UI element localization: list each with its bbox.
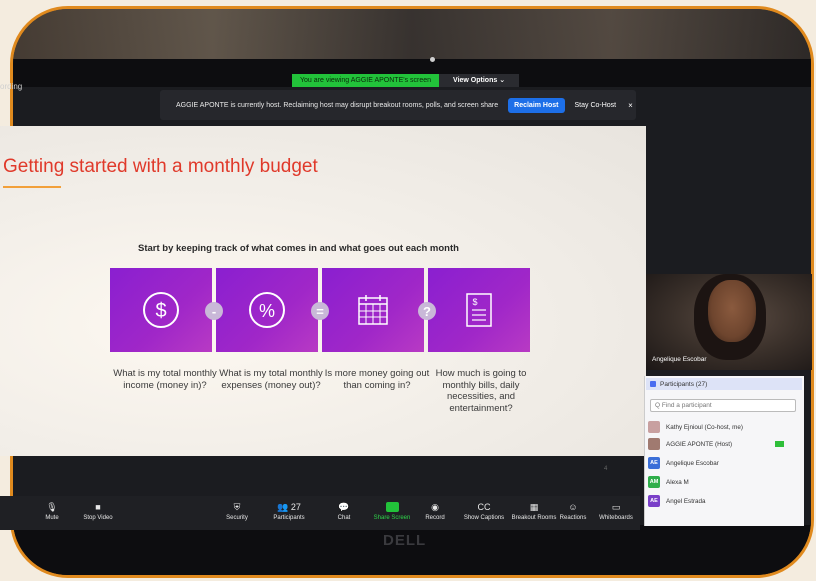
svg-text:$: $ [155, 300, 166, 322]
income-tile: $ [110, 268, 212, 352]
video-on-badge [775, 441, 784, 447]
svg-text:$: $ [472, 297, 477, 307]
slide-page-number: 4 [604, 466, 608, 472]
security-button[interactable]: ⛨ Security [207, 502, 267, 521]
caption-income: What is my total monthly income (money i… [113, 368, 217, 391]
host-banner-message: AGGIE APONTE is currently host. Reclaimi… [176, 101, 499, 109]
slide-subtitle: Start by keeping track of what comes in … [138, 243, 459, 254]
dell-logo: DELL [383, 532, 427, 549]
percent-icon: % [249, 292, 285, 328]
video-camera-icon: ■ [95, 502, 101, 512]
caption-comparison: Is more money going out than coming in? [324, 368, 430, 391]
minus-operator: - [205, 302, 223, 320]
participant-name: AGGIE APONTE (Host) [666, 440, 733, 448]
stop-video-button[interactable]: ■ Stop Video [68, 502, 128, 521]
participants-button[interactable]: 👥 27 Participants [259, 502, 319, 521]
participant-count: 27 [290, 502, 301, 512]
participant-name: Angelique Escobar [666, 459, 719, 467]
close-icon[interactable]: × [628, 101, 633, 110]
shield-icon: ⛨ [233, 502, 241, 512]
whiteboard-icon: ▭ [611, 502, 621, 512]
participant-row[interactable]: AE Angel Estrada [648, 494, 798, 508]
caption-expenses: What is my total monthly expenses (money… [219, 368, 323, 391]
avatar: AE [648, 457, 660, 469]
question-operator: ? [418, 302, 436, 320]
calendar-icon [358, 295, 388, 325]
participant-name: Kathy Ejnioul (Co-host, me) [666, 423, 743, 431]
recording-label: ording [0, 82, 23, 91]
expenses-tile: % [216, 268, 318, 352]
video-person-face [708, 280, 756, 342]
find-participant-input[interactable]: Q Find a participant [650, 399, 796, 412]
participants-icon [650, 381, 656, 387]
host-banner: AGGIE APONTE is currently host. Reclaimi… [160, 90, 636, 120]
avatar: AE [648, 495, 660, 507]
bills-tile: $ [428, 268, 530, 352]
whiteboards-button[interactable]: ▭ Whiteboards [586, 502, 646, 521]
webcam-icon [430, 57, 435, 62]
document-icon: $ [466, 293, 492, 327]
participant-row[interactable]: Kathy Ejnioul (Co-host, me) [648, 420, 798, 434]
participant-row[interactable]: AGGIE APONTE (Host) [648, 437, 798, 451]
participants-icon: 👥 27 [277, 502, 301, 512]
participant-row[interactable]: AM Alexa M [648, 475, 798, 489]
title-underline [3, 186, 61, 188]
stay-cohost-button[interactable]: Stay Co-Host [575, 102, 617, 109]
participants-header: Participants (27) [646, 378, 802, 390]
participants-header-label: Participants (27) [660, 380, 708, 388]
comparison-tile [322, 268, 424, 352]
avatar [648, 421, 660, 433]
svg-text:%: % [259, 301, 275, 321]
caption-bills: How much is going to monthly bills, dail… [435, 368, 527, 414]
participant-row[interactable]: AE Angelique Escobar [648, 456, 798, 470]
avatar: AM [648, 476, 660, 488]
reclaim-host-button[interactable]: Reclaim Host [508, 97, 565, 113]
avatar [648, 438, 660, 450]
viewing-bar: You are viewing AGGIE APONTE's screen Vi… [292, 74, 520, 87]
slide-title: Getting started with a monthly budget [3, 156, 318, 177]
participant-name: Alexa M [666, 478, 689, 486]
video-participant-name: Angelique Escobar [652, 356, 707, 363]
participant-name: Angel Estrada [666, 497, 706, 505]
dollar-icon: $ [143, 292, 179, 328]
viewing-label: You are viewing AGGIE APONTE's screen [292, 74, 440, 87]
equals-operator: = [311, 302, 329, 320]
view-options-button[interactable]: View Options ⌄ [439, 74, 520, 87]
